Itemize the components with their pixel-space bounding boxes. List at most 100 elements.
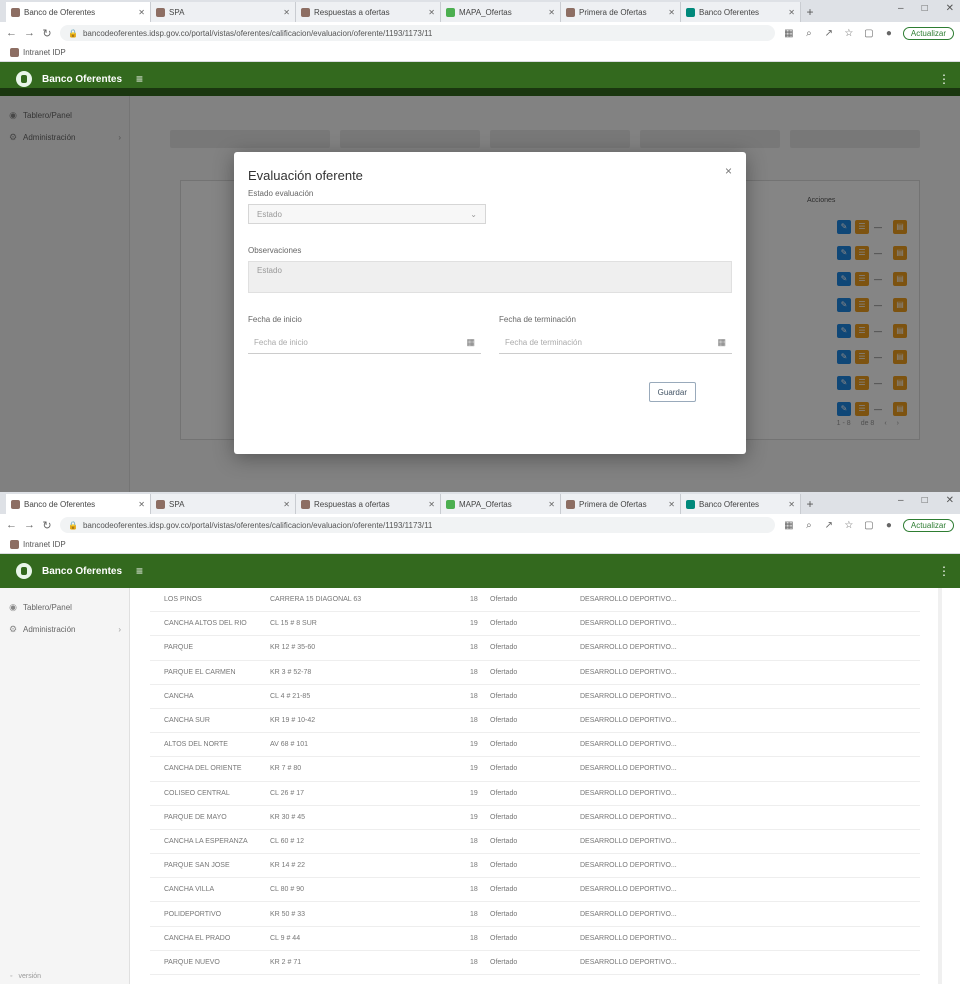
name-cell: POLIDEPORTIVO xyxy=(164,910,222,918)
profile-icon[interactable]: ● xyxy=(883,28,895,39)
new-tab-button[interactable]: + xyxy=(801,494,819,514)
close-tab-icon[interactable]: ✕ xyxy=(668,500,675,509)
forward-icon[interactable]: → xyxy=(24,27,35,39)
table-row[interactable]: ALTOS DEL NORTE AV 68 # 101 19 Ofertado DESA… xyxy=(150,733,920,758)
browser-tab[interactable]: MAPA_Ofertas ✕ xyxy=(441,2,561,22)
browser-tab[interactable]: SPA ✕ xyxy=(151,2,296,22)
close-tab-icon[interactable]: ✕ xyxy=(788,8,795,17)
minimize-icon[interactable]: – xyxy=(898,495,904,506)
update-button[interactable]: Actualizar xyxy=(902,26,954,40)
table-row[interactable]: LOS PINOS CARRERA 15 DIAGONAL 63 18 Ofertad… xyxy=(150,588,920,613)
tab-title: Banco Oferentes xyxy=(699,7,760,17)
close-tab-icon[interactable]: ✕ xyxy=(283,500,290,509)
browser-tab[interactable]: Banco de Oferentes ✕ xyxy=(6,494,151,514)
table-row[interactable]: PARQUE SAN JOSE KR 14 # 22 18 Ofertado DESAR… xyxy=(150,854,920,879)
table-row[interactable]: CANCHA DEL ORIENTE KR 7 # 80 19 Ofertado DES… xyxy=(150,757,920,782)
browser-tab[interactable]: Banco Oferentes ✕ xyxy=(681,494,801,514)
menu-icon[interactable]: ≡ xyxy=(136,564,143,578)
close-tab-icon[interactable]: ✕ xyxy=(668,8,675,17)
close-tab-icon[interactable]: ✕ xyxy=(138,8,145,17)
close-window-icon[interactable]: ✕ xyxy=(946,3,954,14)
extensions-icon[interactable]: ▢ xyxy=(863,28,875,39)
sidebar-item-dashboard[interactable]: ◉ Tablero/Panel xyxy=(0,596,129,618)
maximize-icon[interactable]: □ xyxy=(922,495,928,506)
close-tab-icon[interactable]: ✕ xyxy=(138,500,145,509)
browser-tab[interactable]: Primera de Ofertas ✕ xyxy=(561,494,681,514)
share-icon[interactable]: ↗ xyxy=(823,520,835,531)
address-cell: KR 50 # 33 xyxy=(270,910,306,918)
close-tab-icon[interactable]: ✕ xyxy=(428,500,435,509)
table-row[interactable]: PARQUE DE MAYO KR 30 # 45 19 Ofertado DESARR… xyxy=(150,806,920,830)
bookmark-item[interactable]: Intranet IDP xyxy=(23,540,66,549)
end-date-input[interactable]: Fecha de terminación ▦ xyxy=(499,332,732,354)
close-icon[interactable]: × xyxy=(725,164,732,178)
browser-tab[interactable]: Banco Oferentes ✕ xyxy=(681,2,801,22)
close-window-icon[interactable]: ✕ xyxy=(946,495,954,506)
close-tab-icon[interactable]: ✕ xyxy=(428,8,435,17)
calendar-icon[interactable]: ▦ xyxy=(466,337,475,348)
code-cell: 18 xyxy=(470,692,478,700)
more-icon[interactable]: ⋮ xyxy=(938,564,950,578)
bookmark-item[interactable]: Intranet IDP xyxy=(23,48,66,57)
table-row[interactable]: PARQUE NUEVO KR 2 # 71 18 Ofertado DESARROLL… xyxy=(150,951,920,975)
table-row[interactable]: PARQUE EL CARMEN KR 3 # 52-78 18 Ofertado DE… xyxy=(150,661,920,685)
url-field[interactable]: 🔒 bancodeoferentes.idsp.gov.co/portal/vis… xyxy=(60,517,775,533)
favicon-icon xyxy=(566,499,575,509)
profile-icon[interactable]: ● xyxy=(883,520,895,531)
table-row[interactable]: COLISEO CENTRAL CL 26 # 17 19 Ofertado DESAR… xyxy=(150,782,920,806)
minimize-icon[interactable]: – xyxy=(898,3,904,14)
observations-field[interactable]: Estado xyxy=(248,261,732,293)
state-select[interactable]: Estado ⌄ xyxy=(248,204,486,224)
close-tab-icon[interactable]: ✕ xyxy=(283,8,290,17)
start-date-input[interactable]: Fecha de inicio ▦ xyxy=(248,332,481,354)
table-row[interactable]: CANCHA LA ESPERANZA CL 60 # 12 18 Ofertado D… xyxy=(150,830,920,855)
update-button[interactable]: Actualizar xyxy=(902,518,954,532)
extensions-icon[interactable]: ▢ xyxy=(863,520,875,531)
back-icon[interactable]: ← xyxy=(6,519,17,531)
reload-icon[interactable]: ↻ xyxy=(42,519,52,532)
share-icon[interactable]: ↗ xyxy=(823,28,835,39)
table-row[interactable]: CANCHA VILLA CL 80 # 90 18 Ofertado DESARROL… xyxy=(150,878,920,903)
sidebar-item-admin[interactable]: ⚙ Administración › xyxy=(0,618,129,640)
app-title: Banco Oferentes xyxy=(42,565,123,577)
browser-tab[interactable]: Respuestas a ofertas ✕ xyxy=(296,494,441,514)
status-cell: Ofertado xyxy=(490,862,518,870)
scrollbar[interactable] xyxy=(938,588,942,984)
address-cell: KR 7 # 80 xyxy=(270,765,302,773)
table-row[interactable]: CANCHA EL PRADO CL 9 # 44 18 Ofertado DESARR… xyxy=(150,927,920,951)
close-tab-icon[interactable]: ✕ xyxy=(548,500,555,509)
forward-icon[interactable]: → xyxy=(24,519,35,531)
maximize-icon[interactable]: □ xyxy=(922,3,928,14)
browser-tab[interactable]: Respuestas a ofertas ✕ xyxy=(296,2,441,22)
browser-tab[interactable]: Primera de Ofertas ✕ xyxy=(561,2,681,22)
zoom-icon[interactable]: ⌕ xyxy=(803,28,815,39)
table-row[interactable]: CANCHA CL 4 # 21-85 18 Ofertado DESARROLLO D… xyxy=(150,685,920,709)
status-cell: Ofertado xyxy=(490,620,518,628)
browser-tab[interactable]: MAPA_Ofertas ✕ xyxy=(441,494,561,514)
zoom-icon[interactable]: ⌕ xyxy=(803,520,815,531)
screenshot-modal: Banco de Oferentes ✕ SPA ✕ Respuestas a ofer… xyxy=(0,0,960,492)
back-icon[interactable]: ← xyxy=(6,27,17,39)
address-cell: KR 14 # 22 xyxy=(270,862,306,870)
translate-icon[interactable]: ▦ xyxy=(783,28,795,39)
save-button[interactable]: Guardar xyxy=(648,382,696,402)
star-icon[interactable]: ☆ xyxy=(843,520,855,531)
table-row[interactable]: PARQUE KR 12 # 35-60 18 Ofertado DESARROLLO … xyxy=(150,636,920,661)
table-row[interactable]: CANCHA ALTOS DEL RIO CL 15 # 8 SUR 19 Ofert… xyxy=(150,612,920,637)
reload-icon[interactable]: ↻ xyxy=(42,27,52,40)
window-controls: – □ ✕ xyxy=(898,495,954,506)
more-icon[interactable]: ⋮ xyxy=(938,72,950,86)
tab-title: Banco de Oferentes xyxy=(24,499,96,509)
browser-tab[interactable]: SPA ✕ xyxy=(151,494,296,514)
browser-tab[interactable]: Banco de Oferentes ✕ xyxy=(6,2,151,22)
url-field[interactable]: 🔒 bancodeoferentes.idsp.gov.co/portal/vis… xyxy=(60,25,775,41)
new-tab-button[interactable]: + xyxy=(801,2,819,22)
menu-icon[interactable]: ≡ xyxy=(136,72,143,86)
calendar-icon[interactable]: ▦ xyxy=(717,337,726,348)
table-row[interactable]: POLIDEPORTIVO KR 50 # 33 18 Ofertado DESARRO… xyxy=(150,902,920,927)
translate-icon[interactable]: ▦ xyxy=(783,520,795,531)
close-tab-icon[interactable]: ✕ xyxy=(788,500,795,509)
table-row[interactable]: CANCHA SUR KR 19 # 10-42 18 Ofertado DESARRO… xyxy=(150,709,920,734)
star-icon[interactable]: ☆ xyxy=(843,28,855,39)
close-tab-icon[interactable]: ✕ xyxy=(548,8,555,17)
